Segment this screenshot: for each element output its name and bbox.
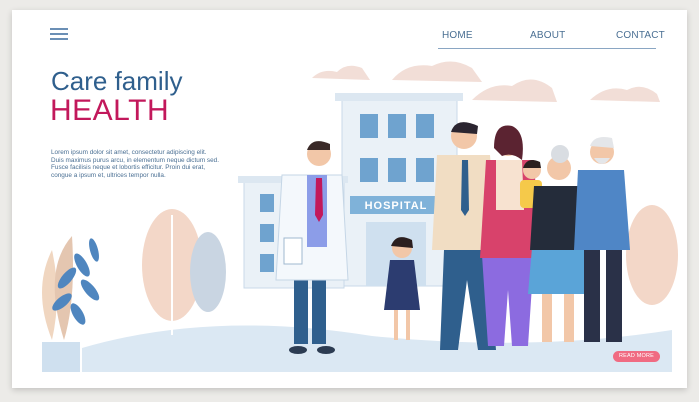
cloud-2: [392, 61, 482, 82]
cloud-3: [472, 79, 557, 102]
ground: [82, 325, 672, 372]
nav-contact-link[interactable]: CONTACT: [616, 30, 665, 41]
nav-about-link[interactable]: ABOUT: [530, 30, 565, 41]
hero-description-line: Lorem ipsum dolor sit amet, consectetur …: [51, 149, 207, 156]
top-nav: HOME ABOUT CONTACT: [438, 30, 665, 49]
doctor-figure: [275, 141, 349, 354]
landing-page-card: HOSPITAL HOME ABOUT CONTACT Care family …: [12, 10, 687, 388]
hamburger-menu-icon[interactable]: [50, 28, 68, 40]
hero-title-line2: HEALTH: [50, 94, 170, 127]
cloud-4: [590, 86, 660, 102]
hospital-sign-text: HOSPITAL: [365, 200, 428, 212]
hero-description-line: Duis maximus purus arcu, in elementum ne…: [51, 156, 220, 164]
hero-description-line: congue a ipsum et, ultrices tempor nulla…: [51, 171, 166, 179]
cloud-1: [312, 65, 370, 80]
hospital-building: HOSPITAL: [238, 93, 463, 289]
grandfather-figure: [574, 137, 630, 342]
nav-home-link[interactable]: HOME: [442, 30, 473, 41]
hero-description: Lorem ipsum dolor sit amet, consectetur …: [51, 149, 226, 179]
hero-title-line1: Care family: [51, 66, 183, 96]
read-more-button[interactable]: READ MORE: [613, 351, 660, 362]
hero-description-line: Fusce facilisis neque et lobortis effici…: [51, 164, 206, 172]
right-bush: [626, 205, 678, 305]
